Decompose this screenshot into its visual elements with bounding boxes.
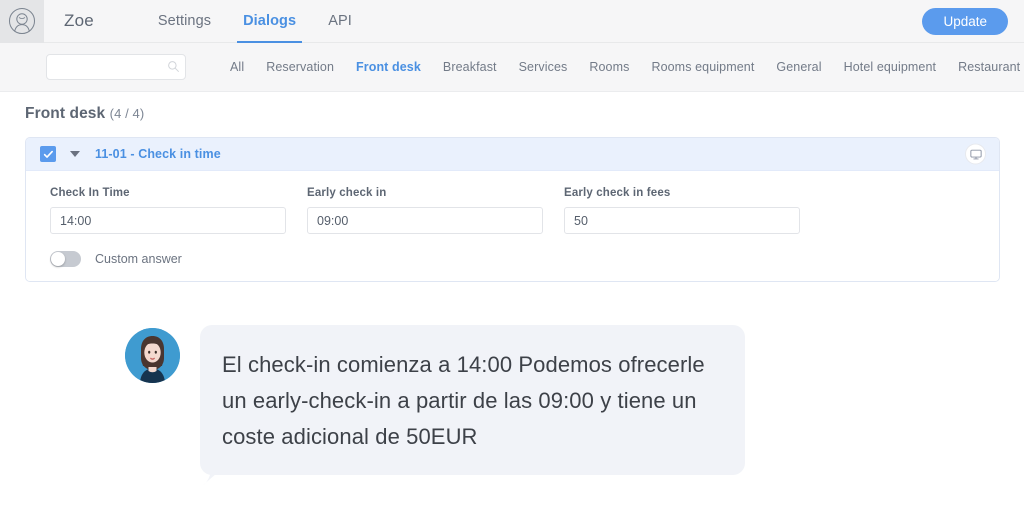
filter-hotel-equipment[interactable]: Hotel equipment [833,60,948,74]
filter-bar: All Reservation Front desk Breakfast Ser… [0,43,1024,92]
filter-reservation[interactable]: Reservation [255,60,345,74]
filter-services[interactable]: Services [508,60,579,74]
field-check-in-time: Check In Time [50,187,286,234]
bubble-tail [200,466,224,486]
avatar [125,328,180,383]
field-early-check-in: Early check in [307,187,543,234]
category-filters: All Reservation Front desk Breakfast Ser… [219,60,1024,74]
dialog-checkbox[interactable] [40,146,56,162]
filter-rooms-equipment[interactable]: Rooms equipment [640,60,765,74]
app-logo[interactable] [0,0,44,43]
custom-answer-label: Custom answer [95,252,182,266]
filter-all[interactable]: All [219,60,255,74]
search-input[interactable] [46,54,186,80]
field-group: Check In Time Early check in Early check… [50,187,975,234]
update-button[interactable]: Update [922,8,1008,35]
dialog-card: 11-01 - Check in time Check In Time Earl… [25,137,1000,282]
custom-answer-toggle[interactable] [50,251,81,267]
assistant-avatar-icon [125,328,180,383]
early-check-in-fees-input[interactable] [564,207,800,234]
early-check-in-input[interactable] [307,207,543,234]
channel-badge[interactable] [965,143,986,165]
filter-restaurant[interactable]: Restaurant [947,60,1024,74]
top-navigation-bar: Zoe Settings Dialogs API Update [0,0,1024,43]
filter-breakfast[interactable]: Breakfast [432,60,508,74]
filter-front-desk[interactable]: Front desk [345,60,432,74]
user-avatar-outline-icon [9,8,35,34]
field-early-check-in-fees: Early check in fees [564,187,800,234]
bubble-tail-icon [202,466,224,486]
field-label: Check In Time [50,187,130,199]
field-label: Early check in [307,187,387,199]
nav-item-api[interactable]: API [312,0,368,43]
chat-preview: El check-in comienza a 14:00 Podemos ofr… [125,325,745,486]
monitor-screen-icon [969,149,982,159]
search-icon [168,61,180,73]
nav-item-settings[interactable]: Settings [142,0,227,43]
nav-items: Settings Dialogs API [142,0,368,43]
toggle-knob [51,252,65,266]
field-label: Early check in fees [564,187,671,199]
nav-item-dialogs[interactable]: Dialogs [227,0,312,43]
page-title: Front desk (4 / 4) [25,105,144,123]
filter-general[interactable]: General [765,60,832,74]
chevron-down-icon[interactable] [70,151,80,157]
search-field-wrapper [46,54,186,80]
dialog-card-title: 11-01 - Check in time [95,147,221,161]
check-icon [43,150,53,158]
brand-name: Zoe [64,11,94,30]
dialog-card-header[interactable]: 11-01 - Check in time [26,138,999,171]
app-root: Zoe Settings Dialogs API Update All Rese… [0,0,1024,519]
page-title-text: Front desk [25,105,106,122]
dialog-card-body: Check In Time Early check in Early check… [26,171,999,281]
page-title-count: (4 / 4) [109,106,145,121]
custom-answer-row: Custom answer [50,251,975,267]
filter-rooms[interactable]: Rooms [578,60,640,74]
message-bubble: El check-in comienza a 14:00 Podemos ofr… [200,325,745,475]
message-bubble-wrapper: El check-in comienza a 14:00 Podemos ofr… [200,325,745,486]
check-in-time-input[interactable] [50,207,286,234]
